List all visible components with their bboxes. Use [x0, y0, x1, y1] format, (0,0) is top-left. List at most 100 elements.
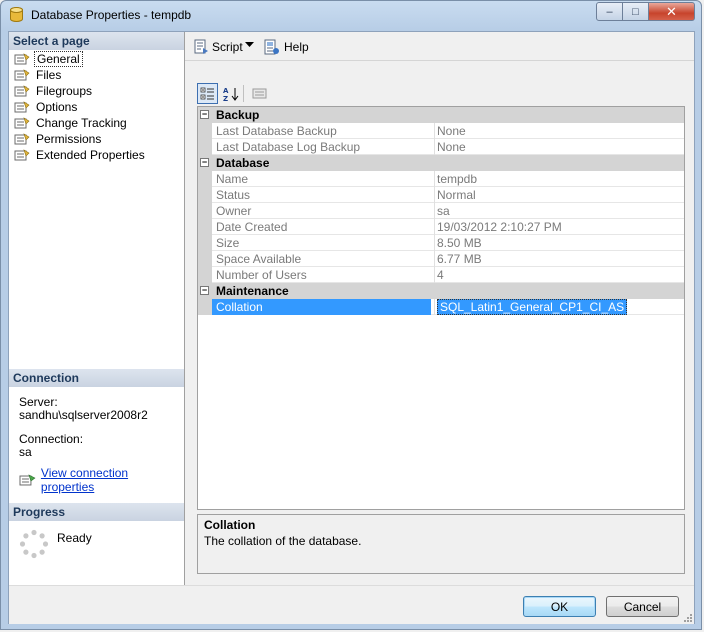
script-icon [194, 39, 208, 54]
category-row-maintenance[interactable]: − Maintenance [198, 283, 684, 299]
collapse-icon[interactable]: − [200, 158, 209, 167]
property-value: tempdb [434, 171, 685, 187]
dialog-footer: OK Cancel [9, 585, 694, 624]
connection-value: sa [19, 445, 32, 459]
property-pages-icon [252, 88, 267, 99]
category-row-backup[interactable]: − Backup [198, 107, 684, 123]
cancel-button[interactable]: Cancel [606, 596, 679, 617]
property-value: 6.77 MB [434, 251, 685, 267]
property-row[interactable]: Date Created 19/03/2012 2:10:27 PM [198, 219, 684, 235]
properties-page-icon [14, 132, 30, 144]
right-pane: Script Help AZ − Backup Last Database Ba… [185, 32, 694, 585]
script-dropdown-arrow[interactable] [245, 42, 254, 48]
connection-properties-icon [19, 474, 36, 486]
property-row[interactable]: Size 8.50 MB [198, 235, 684, 251]
property-row-selected[interactable]: Collation SQL_Latin1_General_CP1_CI_AS [198, 299, 684, 315]
property-row[interactable]: Name tempdb [198, 171, 684, 187]
toolbar-divider [185, 60, 694, 61]
property-name: Collation [212, 299, 431, 315]
page-item-label: Permissions [36, 132, 102, 146]
minimize-button[interactable]: – [596, 2, 623, 21]
page-item-filegroups[interactable]: Filegroups [9, 83, 184, 99]
collapse-icon[interactable]: − [200, 286, 209, 295]
page-item-extended-properties[interactable]: Extended Properties [9, 147, 184, 163]
property-value: 4 [434, 267, 685, 283]
property-row[interactable]: Owner sa [198, 203, 684, 219]
page-item-label: Change Tracking [36, 116, 127, 130]
connection-header: Connection [9, 369, 184, 387]
property-name: Name [216, 172, 249, 186]
close-icon: ✕ [666, 3, 677, 19]
row-gutter [198, 171, 212, 187]
property-value: 19/03/2012 2:10:27 PM [434, 219, 685, 235]
page-item-files[interactable]: Files [9, 67, 184, 83]
description-title: Collation [204, 518, 256, 532]
property-pages-button[interactable] [249, 83, 270, 104]
property-row[interactable]: Last Database Log Backup None [198, 139, 684, 155]
close-button[interactable]: ✕ [648, 2, 695, 21]
alphabetical-button[interactable]: AZ [220, 83, 241, 104]
properties-page-icon [14, 100, 30, 112]
script-button[interactable]: Script [193, 39, 243, 55]
ok-button[interactable]: OK [523, 596, 596, 617]
page-list: General Files Filegroups Options Change … [9, 51, 184, 163]
row-gutter [198, 187, 212, 203]
properties-page-icon [14, 52, 30, 64]
property-grid: − Backup Last Database Backup None Last … [197, 106, 685, 510]
svg-text:A: A [223, 87, 229, 95]
property-name: Owner [216, 204, 252, 218]
view-connection-properties-link[interactable]: View connection properties [19, 466, 184, 494]
property-name: Last Database Backup [216, 124, 337, 138]
property-value: 8.50 MB [434, 235, 685, 251]
property-value-field[interactable]: SQL_Latin1_General_CP1_CI_AS [434, 299, 685, 315]
view-connection-properties-label: View connection properties [40, 466, 129, 494]
page-item-label: General [34, 51, 83, 67]
help-label: Help [284, 40, 309, 54]
page-item-general[interactable]: General [9, 51, 184, 67]
row-gutter [198, 219, 212, 235]
row-gutter [198, 235, 212, 251]
minimize-icon: – [606, 5, 613, 18]
database-properties-window: Database Properties - tempdb – □ ✕ Selec… [0, 0, 702, 630]
help-button[interactable]: Help [263, 39, 309, 55]
progress-status: Ready [57, 531, 92, 545]
resize-grip-icon[interactable] [682, 612, 692, 622]
property-row[interactable]: Status Normal [198, 187, 684, 203]
page-item-label: Extended Properties [36, 148, 145, 162]
row-gutter [198, 299, 212, 315]
properties-page-icon [14, 68, 30, 80]
select-page-header: Select a page [9, 32, 184, 50]
dialog-client-area: Select a page General Files Filegroups O… [8, 31, 695, 624]
left-pane: Select a page General Files Filegroups O… [9, 32, 185, 585]
page-item-permissions[interactable]: Permissions [9, 131, 184, 147]
property-row[interactable]: Last Database Backup None [198, 123, 684, 139]
page-item-label: Files [36, 68, 62, 82]
collapse-icon[interactable]: − [200, 110, 209, 119]
page-item-change-tracking[interactable]: Change Tracking [9, 115, 184, 131]
property-value: None [434, 139, 685, 155]
property-name: Last Database Log Backup [216, 140, 361, 154]
categorized-icon [200, 87, 214, 99]
category-label: Database [216, 156, 270, 170]
property-name: Size [216, 236, 240, 250]
property-name: Number of Users [216, 268, 307, 282]
property-name: Space Available [216, 252, 302, 266]
category-label: Maintenance [216, 284, 289, 298]
svg-text:Z: Z [223, 95, 228, 102]
script-label: Script [212, 40, 243, 54]
grid-toolbar-separator [243, 85, 244, 102]
row-gutter [198, 251, 212, 267]
page-item-options[interactable]: Options [9, 99, 184, 115]
property-row[interactable]: Space Available 6.77 MB [198, 251, 684, 267]
maximize-button[interactable]: □ [622, 2, 649, 21]
category-label: Backup [216, 108, 260, 122]
property-row[interactable]: Number of Users 4 [198, 267, 684, 283]
property-description-panel: Collation The collation of the database. [197, 514, 685, 574]
window-title: Database Properties - tempdb [31, 8, 192, 22]
title-bar[interactable]: Database Properties - tempdb – □ ✕ [1, 1, 701, 29]
row-gutter [198, 203, 212, 219]
sort-alphabetical-icon: AZ [223, 87, 238, 102]
server-label: Server: [19, 395, 58, 409]
categorized-button[interactable] [197, 83, 218, 104]
category-row-database[interactable]: − Database [198, 155, 684, 171]
